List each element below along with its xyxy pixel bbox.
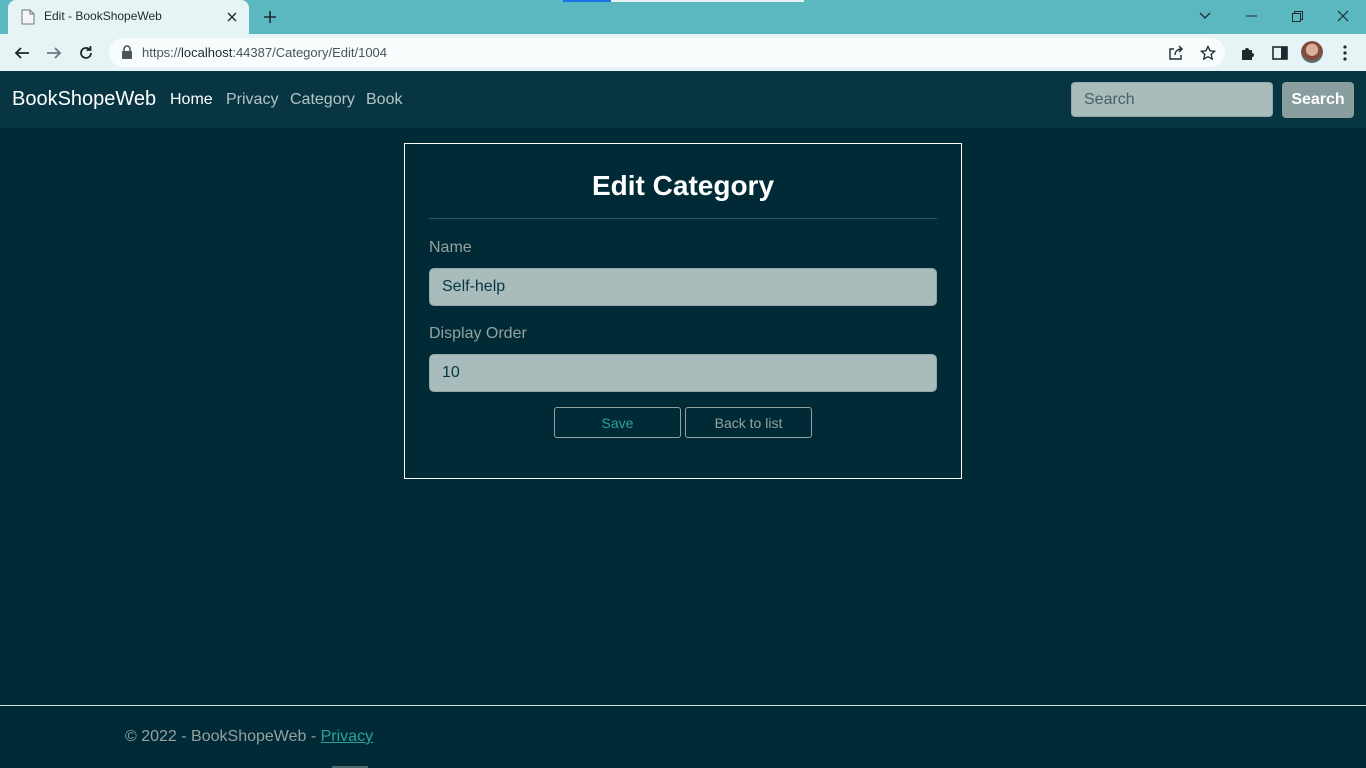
browser-tabstrip: Edit - BookShopeWeb xyxy=(0,0,1366,34)
browser-toolbar: https://localhost:44387/Category/Edit/10… xyxy=(0,34,1366,71)
name-field[interactable] xyxy=(429,268,937,306)
display-order-field[interactable] xyxy=(429,354,937,392)
back-arrow-icon[interactable] xyxy=(8,39,36,67)
browser-tab[interactable]: Edit - BookShopeWeb xyxy=(8,0,249,34)
nav-link-category[interactable]: Category xyxy=(290,91,355,109)
page-title: Edit Category xyxy=(591,170,775,201)
close-window-icon[interactable] xyxy=(1320,0,1366,32)
footer-copyright: © 2022 - BookShopeWeb - Privacy xyxy=(125,728,374,745)
bookmark-star-icon[interactable] xyxy=(1198,43,1218,63)
loading-bar xyxy=(563,0,804,2)
minimize-icon[interactable] xyxy=(1228,0,1274,32)
nav-link-privacy[interactable]: Privacy xyxy=(226,91,278,109)
display-order-label: Display Order xyxy=(429,325,527,342)
footer-privacy-link[interactable]: Privacy xyxy=(321,728,373,745)
menu-kebab-icon[interactable] xyxy=(1334,42,1356,64)
edit-category-form: Edit Category Name Display Order Save Ba… xyxy=(404,143,962,479)
name-label: Name xyxy=(429,239,472,256)
search-button[interactable]: Search xyxy=(1282,82,1354,118)
reload-icon[interactable] xyxy=(72,39,100,67)
side-panel-icon[interactable] xyxy=(1269,42,1291,64)
extensions-puzzle-icon[interactable] xyxy=(1237,42,1259,64)
close-tab-icon[interactable] xyxy=(223,8,241,26)
page-icon xyxy=(21,9,35,25)
site-navbar: BookShopeWeb Home Privacy Category Book … xyxy=(0,71,1366,128)
url-text: https://localhost:44387/Category/Edit/10… xyxy=(142,45,388,60)
search-input[interactable] xyxy=(1071,82,1273,117)
tab-search-icon[interactable] xyxy=(1182,0,1228,32)
site-footer: © 2022 - BookShopeWeb - Privacy xyxy=(0,705,1366,768)
site-brand[interactable]: BookShopeWeb xyxy=(12,88,156,111)
new-tab-icon[interactable] xyxy=(259,6,281,28)
nav-link-home[interactable]: Home xyxy=(170,91,213,109)
profile-avatar[interactable] xyxy=(1301,41,1323,63)
restore-icon[interactable] xyxy=(1274,0,1320,32)
back-to-list-button[interactable]: Back to list xyxy=(685,407,812,438)
nav-link-book[interactable]: Book xyxy=(366,91,402,109)
tab-title: Edit - BookShopeWeb xyxy=(44,9,162,23)
save-button[interactable]: Save xyxy=(554,407,681,438)
share-icon[interactable] xyxy=(1166,43,1186,63)
lock-icon[interactable] xyxy=(121,45,133,59)
title-divider xyxy=(429,218,937,219)
address-bar[interactable]: https://localhost:44387/Category/Edit/10… xyxy=(109,38,1225,67)
forward-arrow-icon[interactable] xyxy=(40,39,68,67)
